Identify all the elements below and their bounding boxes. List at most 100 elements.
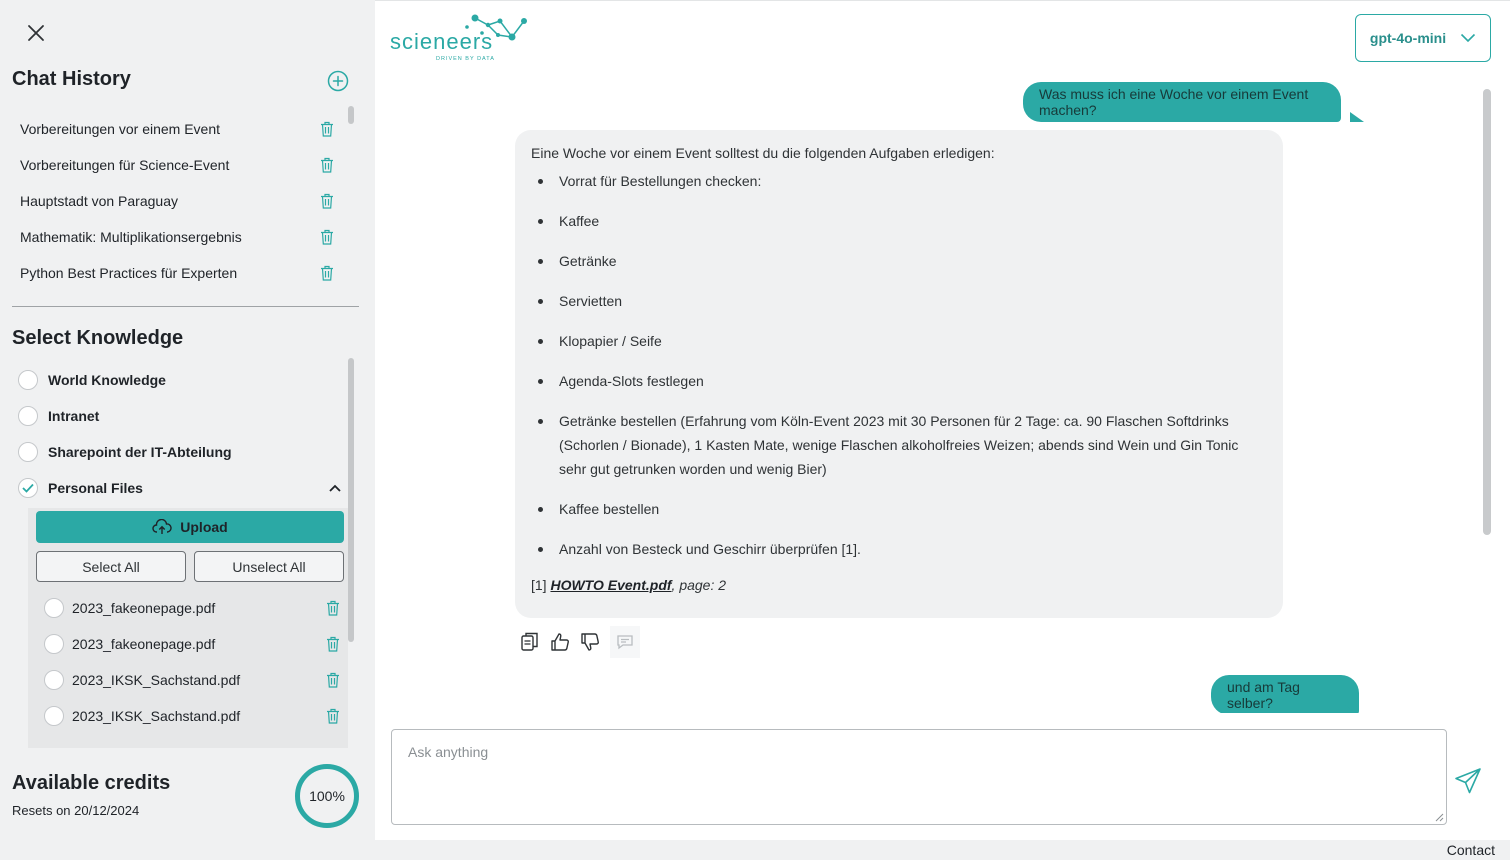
logo-tagline: DRIVEN BY DATA (436, 56, 495, 62)
close-icon[interactable] (24, 21, 48, 45)
assistant-list-item: Getränke bestellen (Erfahrung vom Köln-E… (531, 409, 1267, 481)
trash-icon[interactable] (320, 265, 334, 281)
add-chat-icon[interactable] (327, 70, 349, 92)
knowledge-list: World Knowledge Intranet Sharepoint der … (18, 362, 348, 506)
history-item[interactable]: Vorbereitungen für Science-Event (12, 147, 342, 183)
trash-icon[interactable] (326, 636, 340, 652)
source-link[interactable]: HOWTO Event.pdf (550, 577, 671, 593)
knowledge-scrollbar[interactable] (348, 358, 354, 642)
history-item[interactable]: Python Best Practices für Experten (12, 255, 342, 291)
user-message: Was muss ich eine Woche vor einem Event … (1023, 82, 1341, 122)
credits-percent: 100% (309, 788, 345, 804)
trash-icon[interactable] (320, 121, 334, 137)
chat-input[interactable]: Ask anything (391, 729, 1447, 825)
assistant-list-item: Klopapier / Seife (531, 329, 1267, 353)
select-knowledge-title: Select Knowledge (12, 327, 184, 349)
history-item[interactable]: Hauptstadt von Paraguay (12, 183, 342, 219)
checkbox[interactable] (44, 598, 64, 618)
file-item[interactable]: 2023_IKSK_Sachstand.pdf (44, 662, 340, 698)
assistant-list-item: Agenda-Slots festlegen (531, 369, 1267, 393)
assistant-list-item: Servietten (531, 289, 1267, 313)
chat-history-title: Chat History (12, 68, 131, 90)
chevron-up-icon[interactable] (328, 483, 342, 493)
trash-icon[interactable] (320, 229, 334, 245)
history-item[interactable]: Mathematik: Multiplikationsergebnis (12, 219, 342, 255)
trash-icon[interactable] (326, 672, 340, 688)
checkbox[interactable] (44, 706, 64, 726)
history-item[interactable]: Vorbereitungen vor einem Event (12, 111, 342, 147)
cloud-upload-icon (152, 519, 172, 534)
user-message-text: und am Tag selber? (1227, 679, 1300, 711)
chat-input-placeholder: Ask anything (408, 744, 489, 760)
comment-icon (617, 635, 633, 650)
credits-reset-date: Resets on 20/12/2024 (12, 803, 140, 818)
assistant-list: Vorrat für Bestellungen checken: Kaffee … (531, 169, 1267, 561)
trash-icon[interactable] (326, 708, 340, 724)
main-panel: scieneers DRIVEN BY DATA gpt-4o-mini Was… (375, 0, 1510, 840)
file-item[interactable]: 2023_IKSK_Sachstand.pdf (44, 698, 340, 734)
footer: Contact (375, 840, 1510, 860)
file-name: 2023_fakeonepage.pdf (72, 600, 216, 616)
checkbox-checked[interactable] (18, 478, 38, 498)
unselect-all-button[interactable]: Unselect All (194, 551, 344, 582)
checkbox[interactable] (18, 442, 38, 462)
source-page: , page: 2 (671, 577, 727, 593)
knowledge-label: Sharepoint der IT-Abteilung (48, 444, 232, 460)
checkmark-icon (22, 483, 34, 493)
file-item[interactable]: 2023_fakeonepage.pdf (44, 590, 340, 626)
upload-button[interactable]: Upload (36, 511, 344, 543)
assistant-list-item: Kaffee (531, 209, 1267, 233)
bubble-tail (1350, 112, 1364, 122)
checkbox[interactable] (44, 670, 64, 690)
user-message: und am Tag selber? (1211, 675, 1359, 713)
thumbs-up-icon[interactable] (550, 631, 570, 653)
history-item-label: Python Best Practices für Experten (20, 265, 238, 281)
user-message-text: Was muss ich eine Woche vor einem Event … (1039, 86, 1309, 118)
credits-title: Available credits (12, 772, 171, 794)
knowledge-item-intranet[interactable]: Intranet (18, 398, 348, 434)
message-actions (520, 626, 640, 658)
personal-files-panel: Upload Select All Unselect All 2023_fake… (28, 508, 348, 748)
assistant-list-item: Kaffee bestellen (531, 497, 1267, 521)
file-list: 2023_fakeonepage.pdf 2023_fakeonepage.pd… (44, 590, 340, 734)
knowledge-item-sharepoint[interactable]: Sharepoint der IT-Abteilung (18, 434, 348, 470)
assistant-list-item: Vorrat für Bestellungen checken: (531, 169, 1267, 193)
history-item-label: Vorbereitungen vor einem Event (20, 121, 221, 137)
chevron-down-icon (1461, 33, 1476, 43)
file-name: 2023_fakeonepage.pdf (72, 636, 216, 652)
model-select[interactable]: gpt-4o-mini (1355, 14, 1491, 62)
trash-icon[interactable] (320, 193, 334, 209)
file-name: 2023_IKSK_Sachstand.pdf (72, 708, 241, 724)
assistant-message: Eine Woche vor einem Event solltest du d… (515, 130, 1283, 618)
logo-text: scieneers (390, 29, 493, 54)
checkbox[interactable] (44, 634, 64, 654)
knowledge-label: Intranet (48, 408, 100, 424)
knowledge-item-personal-files[interactable]: Personal Files (18, 470, 348, 506)
send-icon[interactable] (1453, 766, 1483, 796)
thumbs-down-icon[interactable] (580, 631, 600, 653)
knowledge-label: Personal Files (48, 480, 143, 496)
assistant-list-item: Anzahl von Besteck und Geschirr überprüf… (531, 537, 1267, 561)
trash-icon[interactable] (326, 600, 340, 616)
source-citation: [1] HOWTO Event.pdf, page: 2 (531, 573, 1267, 597)
scieneers-logo: scieneers DRIVEN BY DATA (390, 14, 527, 62)
credits-progress-ring: 100% (295, 764, 359, 828)
model-select-value: gpt-4o-mini (1369, 30, 1447, 46)
checkbox[interactable] (18, 370, 38, 390)
trash-icon[interactable] (320, 157, 334, 173)
contact-link[interactable]: Contact (1447, 842, 1495, 858)
file-item[interactable]: 2023_fakeonepage.pdf (44, 626, 340, 662)
assistant-list-item: Getränke (531, 249, 1267, 273)
chat-history-list: Vorbereitungen vor einem Event Vorbereit… (12, 111, 342, 291)
chat-area: Was muss ich eine Woche vor einem Event … (375, 80, 1495, 713)
sidebar-divider (12, 306, 359, 307)
resize-grip-icon[interactable] (1435, 813, 1444, 822)
history-scrollbar[interactable] (348, 106, 354, 124)
select-all-button[interactable]: Select All (36, 551, 186, 582)
checkbox[interactable] (18, 406, 38, 426)
history-item-label: Vorbereitungen für Science-Event (20, 157, 230, 173)
comment-button[interactable] (610, 626, 640, 658)
copy-icon[interactable] (520, 631, 540, 653)
history-item-label: Mathematik: Multiplikationsergebnis (20, 229, 242, 245)
knowledge-item-world[interactable]: World Knowledge (18, 362, 348, 398)
